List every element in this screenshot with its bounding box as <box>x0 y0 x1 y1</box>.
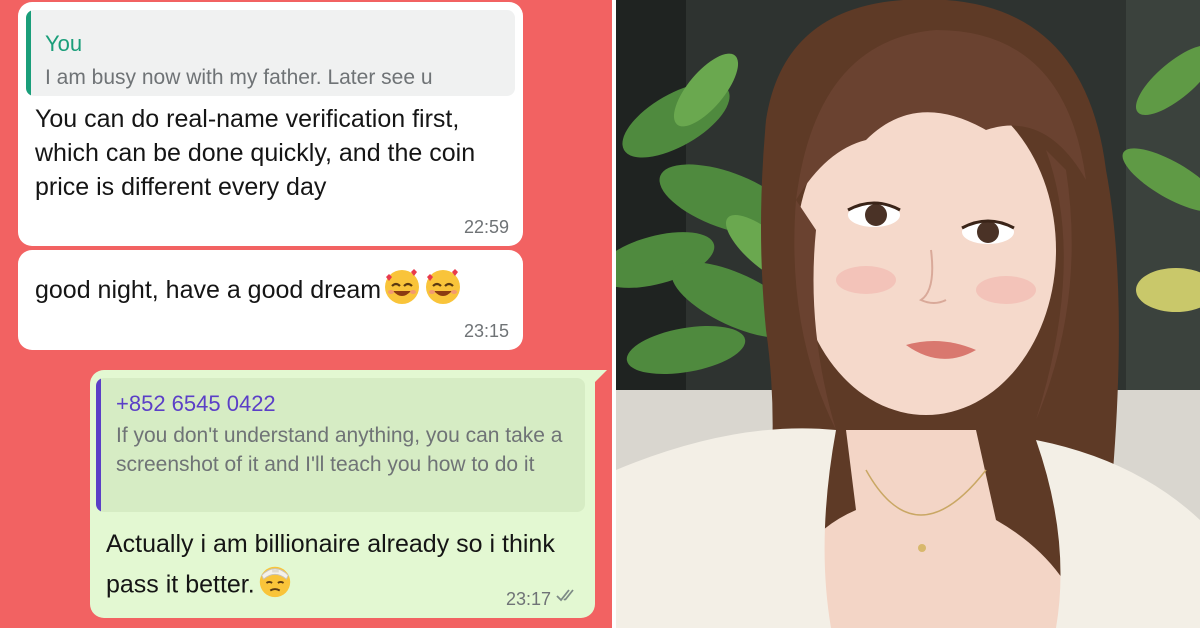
message-text: You can do real-name verification first,… <box>35 105 476 201</box>
message-bubble-2[interactable]: good night, have a good dream 23:15 <box>18 250 523 350</box>
quote-sender-name: You <box>45 31 83 56</box>
read-double-check-icon <box>555 587 581 608</box>
quoted-reply[interactable]: You I am busy now with my father. Later … <box>26 10 515 96</box>
quote-sender-name: +852 6545 0422 <box>116 391 276 416</box>
quote-text: I am busy now with my father. Later see … <box>45 66 433 89</box>
bubble-tail <box>593 370 607 384</box>
photo-illustration <box>616 0 1200 628</box>
smiling-face-with-hearts-icon <box>382 267 422 316</box>
message-time: 22:59 <box>463 217 509 237</box>
smiling-face-with-hearts-icon <box>423 267 463 316</box>
message-bubble-1[interactable]: You I am busy now with my father. Later … <box>18 2 523 246</box>
message-text-content: Actually i am billionaire already so i t… <box>106 530 555 599</box>
message-text-content: good night, have a good dream <box>35 276 382 305</box>
message-text: good night, have a good dream <box>35 267 515 316</box>
message-time: 23:17 <box>505 589 551 609</box>
face-with-head-bandage-icon <box>256 562 294 610</box>
message-bubble-3[interactable]: +852 6545 0422 If you don't understand a… <box>90 370 607 618</box>
quote-accent-bar <box>96 378 101 512</box>
selfie-photo <box>616 0 1200 628</box>
quote-accent-bar <box>26 10 31 96</box>
quoted-reply[interactable]: +852 6545 0422 If you don't understand a… <box>96 378 585 512</box>
message-time: 23:15 <box>463 321 509 341</box>
quote-text: If you don't understand anything, you ca… <box>116 424 563 476</box>
chat-panel: You I am busy now with my father. Later … <box>0 0 612 628</box>
